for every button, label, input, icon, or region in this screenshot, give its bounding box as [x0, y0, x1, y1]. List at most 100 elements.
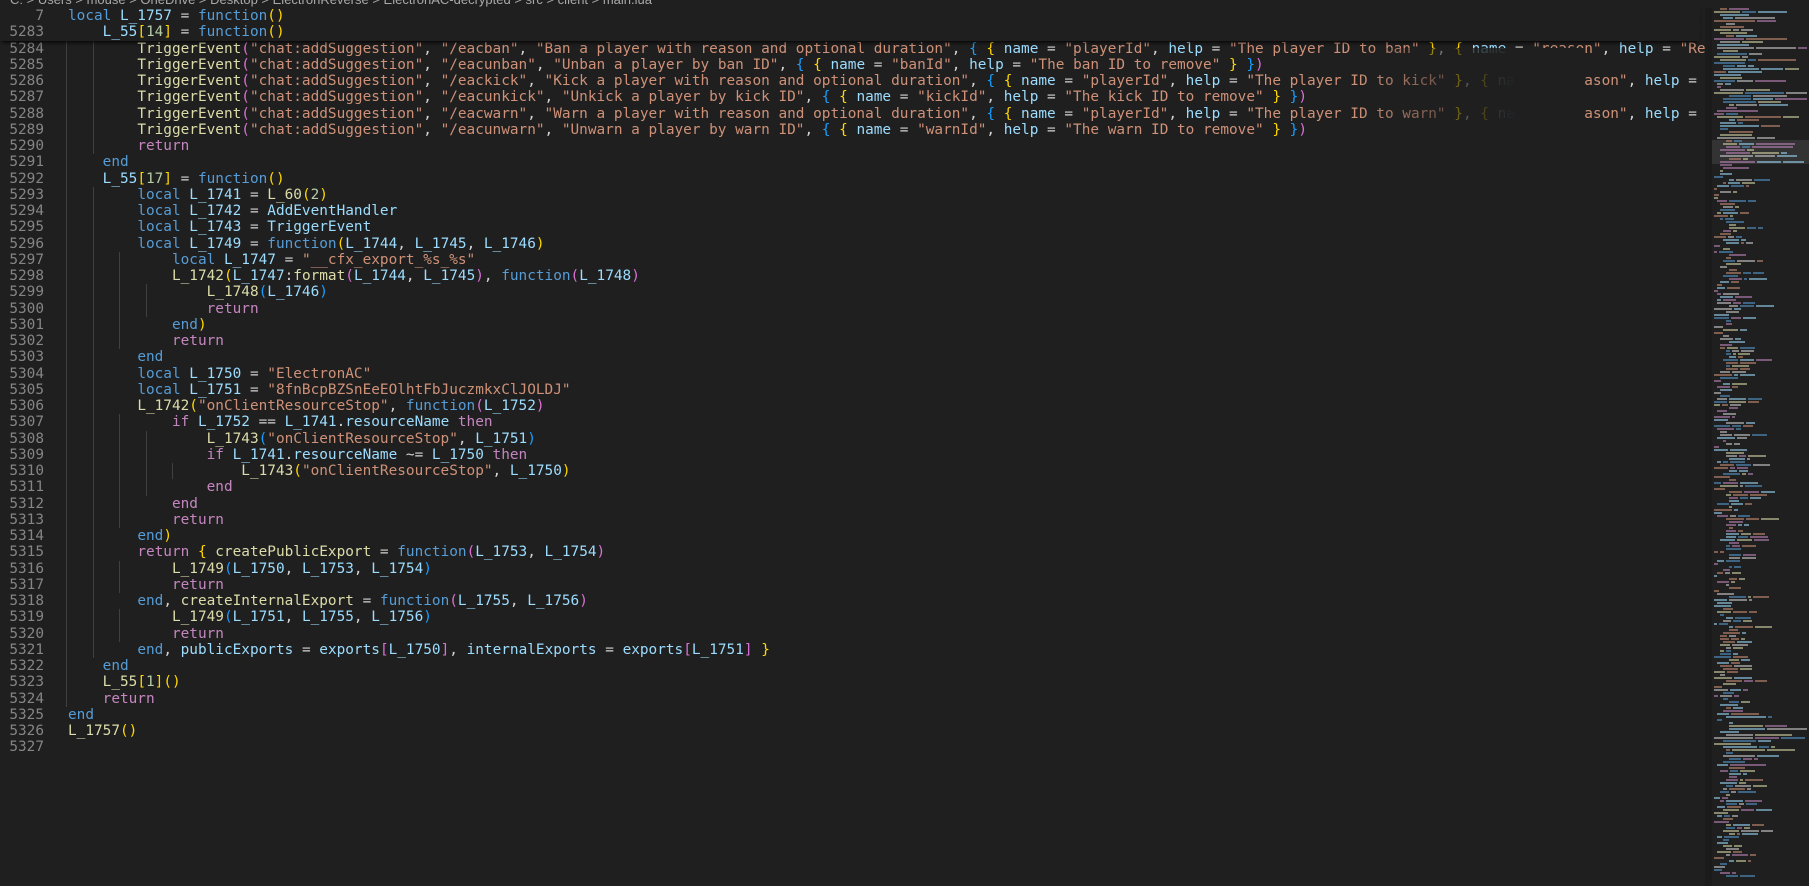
minimap-line — [1735, 206, 1739, 208]
code-line[interactable]: 5309 if L_1741.resourceName ~= L_1750 th… — [0, 447, 1700, 463]
code-line[interactable]: 5310 L_1743("onClientResourceStop", L_17… — [0, 463, 1700, 479]
line-number: 5291 — [9, 154, 44, 171]
minimap-line — [1754, 539, 1769, 541]
minimap-line — [1733, 851, 1742, 853]
line-number: 5288 — [9, 105, 44, 122]
minimap-line — [1740, 368, 1750, 370]
minimap-line — [1743, 554, 1756, 556]
minimap-line — [1732, 644, 1748, 646]
minimap-line — [1729, 401, 1746, 403]
code-line[interactable]: 5283 L_55[14] = function() — [0, 24, 1700, 41]
minimap-line — [1735, 617, 1751, 619]
minimap-line — [1714, 188, 1717, 190]
minimap-line — [1740, 362, 1756, 364]
line-number: 5306 — [9, 398, 44, 414]
minimap-line — [1749, 53, 1762, 55]
minimap-line — [1740, 497, 1748, 499]
code-line[interactable]: 5297 local L_1747 = "__cfx_export_%s_%s" — [0, 252, 1700, 268]
code-line[interactable]: 5294 local L_1742 = AddEventHandler — [0, 203, 1700, 219]
minimap-line — [1740, 770, 1755, 772]
line-number: 5307 — [9, 414, 44, 431]
code-line[interactable]: 5324 return — [0, 691, 1700, 707]
minimap-line — [1736, 464, 1751, 466]
code-line[interactable]: 5319 L_1749(L_1751, L_1755, L_1756) — [0, 609, 1700, 625]
minimap-line — [1739, 470, 1748, 472]
minimap-line — [1746, 422, 1755, 424]
code-line[interactable]: 5311 end — [0, 479, 1700, 495]
line-number: 5303 — [9, 349, 44, 366]
minimap-line — [1717, 428, 1734, 430]
code-line[interactable]: 5325 end — [0, 707, 1700, 723]
minimap[interactable] — [1712, 8, 1809, 886]
minimap-line — [1726, 272, 1741, 274]
minimap-line — [1729, 758, 1741, 760]
minimap-line — [1753, 95, 1787, 97]
minimap-line — [1729, 860, 1734, 862]
code-line[interactable]: 5307 if L_1752 == L_1741.resourceName th… — [0, 414, 1700, 430]
code-line[interactable]: 5303 end — [0, 349, 1700, 365]
code-line[interactable]: 5323 L_55[1]() — [0, 674, 1700, 690]
minimap-line — [1723, 299, 1736, 301]
minimap-line — [1726, 827, 1735, 829]
code-line[interactable]: 5308 L_1743("onClientResourceStop", L_17… — [0, 431, 1700, 447]
code-line[interactable]: 7 local L_1757 = function() — [0, 8, 1700, 25]
code-line[interactable]: 5314 end) — [0, 528, 1700, 544]
breadcrumb[interactable]: C: > Users > mouse > OneDrive > Desktop … — [0, 0, 1710, 7]
minimap-line — [1755, 626, 1772, 628]
code-line[interactable]: 5305 local L_1751 = "8fnBcpBZSnEeEOlhtFb… — [0, 382, 1700, 398]
minimap-line — [1714, 113, 1724, 115]
line-number: 5283 — [9, 24, 44, 41]
code-text: return — [102, 690, 155, 707]
code-line[interactable]: 5295 local L_1743 = TriggerEvent — [0, 219, 1700, 235]
minimap-line — [1729, 629, 1738, 631]
minimap-line — [1726, 365, 1730, 367]
code-line[interactable]: 5312 end — [0, 496, 1700, 512]
minimap-line — [1726, 749, 1730, 751]
code-line[interactable]: 5300 return — [0, 301, 1700, 317]
code-line[interactable]: 5293 local L_1741 = L_60(2) — [0, 187, 1700, 203]
code-line[interactable]: 5316 L_1749(L_1750, L_1753, L_1754) — [0, 561, 1700, 577]
code-line[interactable]: 5322 end — [0, 658, 1700, 674]
code-line[interactable]: 5299 L_1748(L_1746) — [0, 284, 1700, 300]
minimap-line — [1723, 440, 1726, 442]
minimap-line — [1729, 356, 1736, 358]
code-line[interactable]: 5301 end) — [0, 317, 1700, 333]
code-line[interactable]: 5296 local L_1749 = function(L_1744, L_1… — [0, 236, 1700, 252]
minimap-line — [1714, 71, 1726, 73]
code-text: end — [68, 706, 94, 723]
minimap-line — [1723, 830, 1739, 832]
minimap-line — [1714, 326, 1723, 328]
code-line[interactable]: 5306 L_1742("onClientResourceStop", func… — [0, 398, 1700, 414]
code-line[interactable]: 5302 return — [0, 333, 1700, 349]
code-line[interactable]: 5304 local L_1750 = "ElectronAC" — [0, 366, 1700, 382]
code-editor[interactable]: 7 local L_1757 = function() 5283 L_55[14] … — [0, 8, 1705, 886]
minimap-line — [1737, 65, 1746, 67]
code-line[interactable]: 5326 L_1757() — [0, 723, 1700, 739]
minimap-line — [1783, 161, 1804, 163]
code-line[interactable]: 5292 L_55[17] = function() — [0, 171, 1700, 187]
code-line[interactable]: 5317 return — [0, 577, 1700, 593]
code-line[interactable]: 5327 — [0, 739, 1700, 755]
minimap-line — [1749, 278, 1767, 280]
minimap-line — [1748, 860, 1751, 862]
code-line[interactable]: 5318 end, createInternalExport = functio… — [0, 593, 1700, 609]
code-line[interactable]: 5313 return — [0, 512, 1700, 528]
minimap-line — [1717, 713, 1729, 715]
code-line[interactable]: 5315 return { createPublicExport = funct… — [0, 544, 1700, 560]
minimap-line — [1741, 242, 1744, 244]
minimap-line — [1743, 272, 1751, 274]
code-line[interactable]: 5320 return — [0, 626, 1700, 642]
minimap-line — [1744, 524, 1749, 526]
code-line[interactable]: 5298 L_1742(L_1747:format(L_1744, L_1745… — [0, 268, 1700, 284]
minimap-line — [1755, 737, 1779, 739]
editor-scrollbar[interactable] — [1705, 8, 1712, 886]
line-number: 5284 — [9, 40, 44, 57]
minimap-line — [1767, 749, 1795, 751]
line-number: 5315 — [9, 544, 44, 561]
minimap-line — [1746, 89, 1770, 91]
minimap-line — [1731, 503, 1743, 505]
minimap-line — [1719, 623, 1728, 625]
code-line[interactable]: 5321 end, publicExports = exports[L_1750… — [0, 642, 1700, 658]
minimap-line — [1723, 755, 1755, 757]
minimap-line — [1733, 656, 1748, 658]
